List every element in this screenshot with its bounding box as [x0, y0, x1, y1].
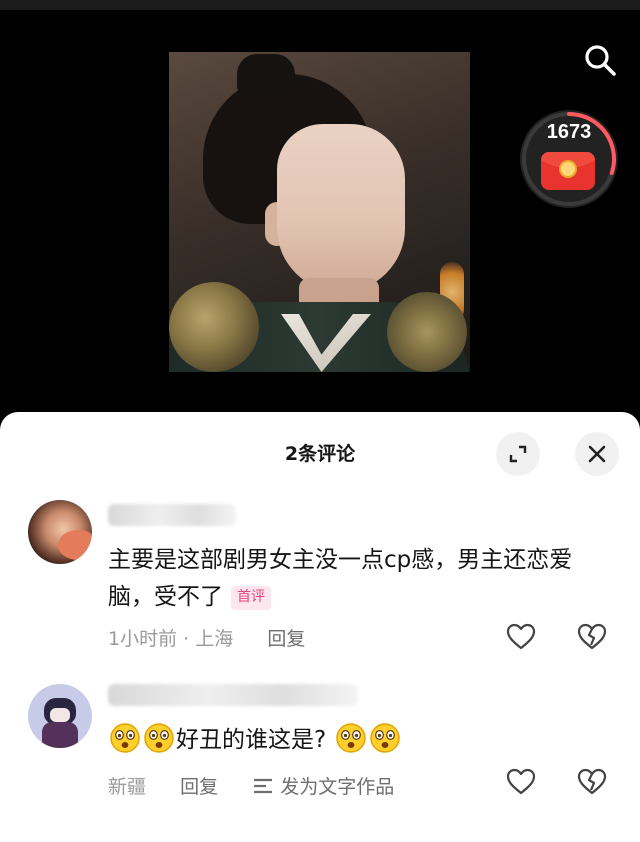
publish-label: 发为文字作品 [280, 776, 395, 798]
comment-time: 1小时前 [108, 628, 178, 650]
comment-text[interactable]: 好丑的谁这是? [108, 720, 608, 759]
shocked-emoji-icon [108, 720, 142, 754]
close-button[interactable] [575, 432, 619, 476]
robe-embroidery-right [387, 292, 467, 372]
avatar[interactable] [28, 500, 92, 564]
username-blurred[interactable] [108, 684, 358, 706]
shocked-emoji-icon [368, 720, 402, 754]
comment-location: 新疆 [108, 776, 147, 798]
close-icon [588, 445, 606, 463]
comment-location: 上海 [195, 628, 234, 650]
comment-body: 好丑的谁这是? [176, 727, 327, 753]
video-area[interactable]: 1673 [0, 0, 640, 412]
shocked-emoji-icon [334, 720, 368, 754]
red-packet-widget[interactable]: 1673 [520, 110, 618, 208]
meta-separator: · [183, 628, 190, 650]
like-icon[interactable] [506, 622, 536, 652]
character-hair-bun [237, 54, 295, 94]
first-comment-badge: 首评 [231, 586, 271, 610]
comment-count-title: 2条评论 [284, 443, 356, 465]
username-blurred[interactable] [108, 504, 236, 526]
expand-icon [509, 445, 527, 463]
search-icon [585, 45, 616, 76]
dislike-icon[interactable] [577, 767, 607, 797]
comment-meta: 1小时前 · 上海 回复 [108, 624, 305, 651]
video-frame[interactable] [169, 52, 470, 372]
search-button[interactable] [582, 42, 618, 78]
reply-button[interactable]: 回复 [180, 776, 218, 798]
reply-button[interactable]: 回复 [267, 628, 305, 650]
robe-embroidery-left [169, 282, 259, 372]
publish-as-text-button[interactable]: 发为文字作品 [252, 776, 394, 798]
red-packet-count: 1673 [546, 121, 592, 143]
character-face [277, 124, 405, 292]
comment-text[interactable]: 主要是这部剧男女主没一点cp感，男主还恋爱脑，受不了 首评 [108, 542, 608, 616]
comment-sheet: 2条评论 主要是这部剧男女主没一点cp感，男主还恋爱脑，受不了 首评 1小时前 ·… [0, 412, 640, 842]
lines-icon [254, 778, 273, 794]
comment-body: 主要是这部剧男女主没一点cp感，男主还恋爱脑，受不了 [108, 547, 573, 610]
comment-meta: 新疆 回复 发为文字作品 [108, 772, 394, 799]
status-bar [0, 0, 640, 10]
shocked-emoji-icon [142, 720, 176, 754]
dislike-icon[interactable] [577, 622, 607, 652]
avatar[interactable] [28, 684, 92, 748]
like-icon[interactable] [506, 767, 536, 797]
red-envelope-icon [541, 152, 595, 190]
expand-button[interactable] [496, 432, 540, 476]
